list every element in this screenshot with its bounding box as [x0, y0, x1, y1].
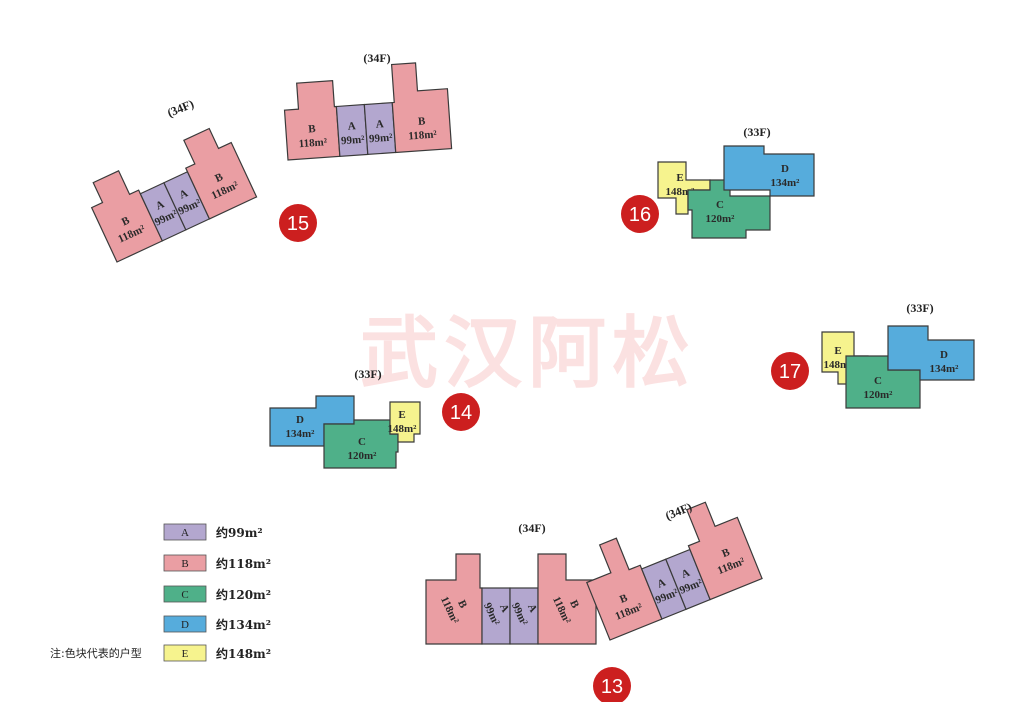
legend-swatch-a-label: A — [181, 527, 189, 539]
building-17-unit-2-type: C — [874, 375, 882, 387]
building-13-right-floors: (34F) — [663, 500, 694, 523]
building-15-unit-5-area: 118m² — [298, 136, 328, 150]
legend-item-c-label: 约120m² — [216, 587, 271, 602]
watermark-text: 武汉阿松 — [360, 308, 696, 399]
building-14-unit-2-type: C — [358, 436, 366, 448]
legend-item-a-label: 约99m² — [216, 525, 263, 540]
building-13-unit-1 — [425, 553, 483, 645]
building-16: (33F) E 148m² C 120m² D 134m² 16 — [621, 125, 815, 239]
building-15-right-floors: (34F) — [363, 51, 390, 65]
building-16-badge-number: 16 — [629, 204, 651, 226]
building-14-unit-3-type: E — [398, 409, 405, 421]
building-14-badge-number: 14 — [450, 402, 472, 424]
building-17-unit-1-type: E — [834, 345, 841, 357]
building-16-unit-2-area: 120m² — [706, 213, 736, 225]
legend: A 约99m² B 约118m² C 约120m² D 约134m² E 约14… — [50, 523, 271, 662]
legend-item-d-label: 约134m² — [216, 617, 271, 632]
building-17: (33F) E 148m² C 120m² D 134m² 17 — [771, 301, 975, 409]
building-15-unit-6-area: 99m² — [341, 134, 366, 148]
building-14-floors: (33F) — [354, 367, 381, 381]
building-16-unit-3-type: D — [781, 163, 789, 175]
building-14-unit-1-type: D — [296, 414, 304, 426]
building-16-unit-1-type: E — [676, 172, 683, 184]
building-15-unit-7-area: 99m² — [369, 132, 394, 146]
building-16-unit-3-area: 134m² — [771, 177, 801, 189]
building-15-unit-7-type: A — [375, 118, 384, 131]
legend-swatch-c-label: C — [181, 589, 188, 601]
building-16-unit-3 — [723, 145, 815, 197]
building-14-unit-3-area: 148m² — [388, 423, 418, 435]
building-15: B 118m² A 99m² A 99m² B 118m² (34F) B 11… — [90, 51, 453, 263]
building-15-unit-6-type: A — [347, 120, 356, 133]
building-17-unit-3-type: D — [940, 349, 948, 361]
building-13-left-floors: (34F) — [518, 521, 545, 535]
building-17-unit-3-area: 134m² — [930, 363, 960, 375]
building-13-badge-number: 13 — [601, 676, 623, 698]
legend-swatch-b-label: B — [181, 558, 188, 570]
building-15-right-wing: B 118m² A 99m² A 99m² B 118m² — [283, 62, 453, 161]
building-14-unit-2-area: 120m² — [348, 450, 378, 462]
legend-swatch-d-label: D — [181, 619, 189, 631]
building-15-left-wing: B 118m² A 99m² A 99m² B 118m² — [90, 127, 258, 263]
building-15-unit-8-area: 118m² — [408, 129, 438, 143]
building-14-unit-1-area: 134m² — [286, 428, 316, 440]
building-16-floors: (33F) — [743, 125, 770, 139]
building-17-unit-2-area: 120m² — [864, 389, 894, 401]
legend-item-e-label: 约148m² — [216, 646, 271, 661]
legend-item-b-label: 约118m² — [216, 556, 271, 571]
building-15-left-floors: (34F) — [165, 97, 196, 120]
building-17-badge-number: 17 — [779, 361, 801, 383]
site-plan-diagram: 武汉阿松 B 118m² A 99m² A 99m² B 118m² (34F)… — [50, 51, 975, 702]
legend-swatch-e-label: E — [182, 648, 189, 660]
building-15-badge-number: 15 — [287, 213, 309, 235]
building-13: (34F) B 118m² A 99m² A 99m² B 118m² B 11… — [425, 500, 763, 702]
building-13-unit-4 — [537, 553, 597, 645]
legend-note: 注:色块代表的户型 — [50, 646, 142, 660]
building-16-unit-2-type: C — [716, 199, 724, 211]
building-17-floors: (33F) — [906, 301, 933, 315]
